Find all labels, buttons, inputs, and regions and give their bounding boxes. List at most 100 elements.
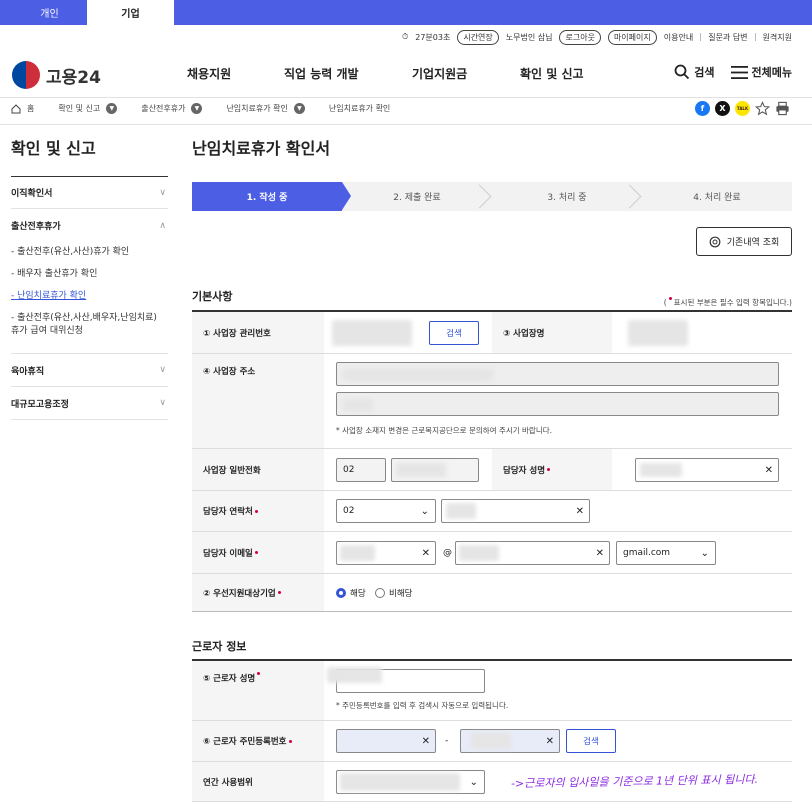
required-dot-icon <box>254 509 258 513</box>
submenu-infertility-leave[interactable]: - 난임치료휴가 확인 <box>11 290 168 303</box>
radio-checked-icon <box>336 588 346 598</box>
chevron-down-icon[interactable]: ▼ <box>106 103 118 114</box>
sidebar-item-separation[interactable]: 이직확인서 ∨ <box>11 176 168 209</box>
page-title: 난임치료휴가 확인서 <box>192 139 331 158</box>
clock-icon: ⏱ <box>401 32 409 41</box>
facebook-icon[interactable]: f <box>695 101 710 116</box>
x-icon[interactable]: X <box>715 101 730 116</box>
email-id-input[interactable]: ✕ <box>336 541 436 565</box>
header-divider <box>0 97 812 98</box>
history-lookup-label: 기존내역 조회 <box>726 238 780 248</box>
email-domain-input[interactable]: ✕ <box>455 541 610 565</box>
chevron-down-icon: ∨ <box>159 398 166 408</box>
sidebar-title: 확인 및 신고 <box>11 139 96 158</box>
contact-area-value: 02 <box>343 506 355 516</box>
chevron-down-icon[interactable]: ▼ <box>191 103 203 114</box>
clear-icon[interactable]: ✕ <box>765 465 773 476</box>
nav-recruit[interactable]: 채용지원 <box>187 65 231 82</box>
guide-link[interactable]: 이용안내 <box>664 32 693 43</box>
priority-yes-radio[interactable]: 해당 <box>336 587 366 599</box>
qna-link[interactable]: 질문과 답변 <box>708 32 747 43</box>
note-open: ( <box>663 298 667 307</box>
user-name: 노무법인 삼닙 <box>505 32 553 42</box>
redacted-value <box>343 369 493 381</box>
tab-personal[interactable]: 개인 <box>6 0 93 25</box>
email-domain-value: gmail.com <box>623 548 671 558</box>
label-worker-rrn: ⑥ 근로자 주민등록번호 <box>192 721 324 761</box>
chevron-up-icon: ∧ <box>159 220 166 231</box>
annual-range-select[interactable]: ⌄ <box>336 770 485 794</box>
step-processing: 3. 처리 중 <box>492 182 642 211</box>
clear-icon[interactable]: ✕ <box>596 548 604 559</box>
history-lookup-button[interactable]: 기존내역 조회 <box>696 227 792 256</box>
submenu-spouse-leave[interactable]: - 배우자 출산휴가 확인 <box>11 268 168 281</box>
home-icon <box>11 103 21 113</box>
taegeuk-logo-icon <box>12 61 40 89</box>
nav-report[interactable]: 확인 및 신고 <box>520 65 584 82</box>
redacted-value <box>340 545 375 561</box>
section-title-basic: 기본사항 <box>192 290 233 303</box>
redacted-value <box>396 463 446 477</box>
extend-session-button[interactable]: 시간연장 <box>457 29 499 45</box>
breadcrumb-home[interactable]: 홈 <box>11 103 34 114</box>
label-biz-phone: 사업장 일반전화 <box>192 449 324 490</box>
logout-button[interactable]: 로그아웃 <box>559 29 601 45</box>
radio-label: 비해당 <box>389 589 413 599</box>
worker-name-input[interactable] <box>327 667 485 693</box>
worker-name-hint: * 주민등록번호를 입력 후 검색시 자동으로 입력됩니다. <box>336 701 509 710</box>
sidebar-item-childcare[interactable]: 육아휴직 ∨ <box>11 354 168 387</box>
nav-training[interactable]: 직업 능력 개발 <box>284 65 359 82</box>
header-search-button[interactable]: 검색 <box>674 64 715 80</box>
section-title-worker: 근로자 정보 <box>192 640 247 653</box>
nav-subsidy[interactable]: 기업지원금 <box>412 65 467 82</box>
required-dot-icon <box>277 591 281 594</box>
chevron-down-icon: ⌄ <box>469 776 478 788</box>
phone-number-input[interactable] <box>391 458 479 482</box>
breadcrumb-item[interactable]: 확인 및 신고 ▼ <box>58 103 118 114</box>
breadcrumb-item[interactable]: 출산전후휴가 ▼ <box>141 103 203 114</box>
priority-no-radio[interactable]: 비해당 <box>375 587 412 599</box>
submenu-subrogation[interactable]: - 출산전후(유산,사산,배우자,난임치료) 휴가 급여 대위신청 <box>11 312 168 338</box>
required-dot-icon <box>668 297 672 300</box>
kakaotalk-icon[interactable]: TALK <box>735 101 750 116</box>
sidebar-submenu: - 출산전후(유산,사산)휴가 확인 - 배우자 출산휴가 확인 - 난임치료휴… <box>11 242 168 354</box>
contact-area-select[interactable]: 02 ⌄ <box>336 499 436 523</box>
submenu-maternity-leave[interactable]: - 출산전후(유산,사산)휴가 확인 <box>11 246 168 259</box>
remote-support-link[interactable]: 원격지원 <box>763 32 792 43</box>
clear-icon[interactable]: ✕ <box>576 506 584 517</box>
form-row: ⑥ 근로자 주민등록번호 ✕ - ✕ 검색 <box>192 721 792 762</box>
email-domain-select[interactable]: gmail.com ⌄ <box>616 541 716 565</box>
clear-icon[interactable]: ✕ <box>422 736 430 747</box>
contact-number-input[interactable]: ✕ <box>441 499 590 523</box>
sidebar-item-label: 출산전후휴가 <box>11 222 61 232</box>
header-right-menu: 검색 전체메뉴 <box>674 64 792 80</box>
address-line1-input[interactable] <box>336 362 779 386</box>
site-logo[interactable]: 고용24 <box>12 61 101 89</box>
manager-name-input[interactable]: ✕ <box>635 458 779 482</box>
rrn-search-button[interactable]: 검색 <box>566 729 616 753</box>
star-icon[interactable] <box>755 101 770 116</box>
redacted-value <box>340 773 460 791</box>
tab-business[interactable]: 기업 <box>87 0 174 25</box>
clear-icon[interactable]: ✕ <box>546 736 554 747</box>
chevron-down-icon[interactable]: ▼ <box>293 103 305 114</box>
address-line2-input[interactable] <box>336 392 779 416</box>
rrn-front-input[interactable]: ✕ <box>336 729 436 753</box>
logo-text: 고용24 <box>46 67 101 88</box>
print-icon[interactable] <box>775 101 790 116</box>
sidebar-item-maternity[interactable]: 출산전후휴가 ∧ <box>11 209 168 242</box>
breadcrumb-item[interactable]: 난임치료휴가 확인 ▼ <box>226 103 305 114</box>
breadcrumb-label: 난임치료휴가 확인 <box>328 104 391 113</box>
sidebar-item-layoff[interactable]: 대규모고용조정 ∨ <box>11 387 168 420</box>
all-menu-button[interactable]: 전체메뉴 <box>730 64 792 80</box>
chevron-down-icon: ⌄ <box>420 505 429 517</box>
address-hint: * 사업장 소재지 변경은 근로복지공단으로 문의하여 주시기 바랍니다. <box>336 426 553 435</box>
mypage-button[interactable]: 마이페이지 <box>607 29 657 45</box>
biz-search-button[interactable]: 검색 <box>429 321 479 345</box>
phone-area-input[interactable]: 02 <box>336 458 386 482</box>
search-icon <box>709 236 721 247</box>
clear-icon[interactable]: ✕ <box>422 548 430 559</box>
label-priority-company: ② 우선지원대상기업 <box>192 574 324 611</box>
rrn-back-input[interactable]: ✕ <box>460 729 560 753</box>
label-text: ⑥ 근로자 주민등록번호 <box>203 737 287 747</box>
